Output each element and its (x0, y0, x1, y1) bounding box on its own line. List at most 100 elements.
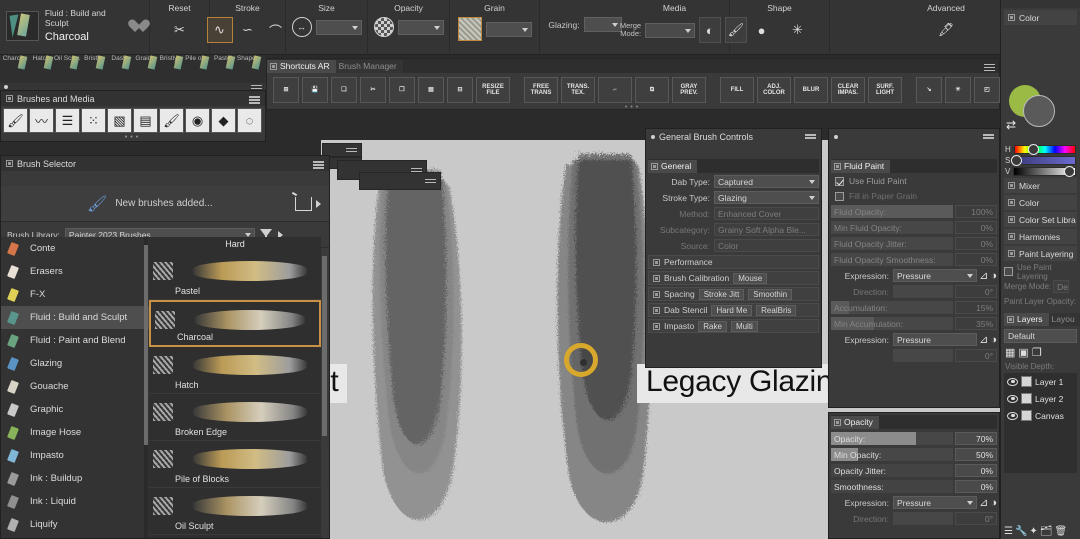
layer-row-canvas[interactable]: Canvas (1004, 407, 1077, 424)
gbc-section-chip[interactable]: Smoothin (748, 288, 793, 300)
gbc-section-chip[interactable]: Hard Me (711, 304, 753, 316)
save-icon[interactable]: 💾 (302, 77, 328, 103)
advanced-brush-icon[interactable]: 🖋 (933, 17, 959, 43)
shortcut-resize-file[interactable]: RESIZE FILE (476, 77, 510, 103)
fp-accum-min-accumulation-[interactable]: Min Accumulation: 35% (831, 316, 997, 331)
new-brushes-promo[interactable]: 🖌 New brushes added... (1, 186, 329, 222)
brush-category-list[interactable]: Conte Erasers F-X Fluid : Build and Sculpt F… (1, 237, 149, 538)
brush-preset-7[interactable]: Pile of... (184, 55, 210, 62)
op-plain-value[interactable]: 0% (955, 480, 997, 493)
pl-merge-mode-value[interactable]: De (1053, 280, 1070, 293)
hsv-slider-H[interactable]: H (1005, 144, 1076, 155)
stroke-icon[interactable]: 〰 (29, 108, 54, 133)
brush-category-ink-liquid[interactable]: Ink : Liquid (1, 490, 149, 513)
shortcut-surf-light[interactable]: SURF. LIGHT (868, 77, 902, 103)
stroke-group[interactable]: Stroke ∿ ∽ ⌒ (206, 0, 289, 55)
swap-colors-icon[interactable]: ⇄ (1006, 118, 1016, 132)
shortcuts-toggle-icon[interactable] (270, 62, 277, 70)
brush-preset-6[interactable]: Bristly... (158, 55, 184, 62)
panel-toggle-icon[interactable] (6, 95, 13, 102)
floating-handle-4[interactable] (359, 172, 441, 190)
op-curve-icon[interactable]: ⊿ (979, 496, 988, 509)
opacity-plain-list[interactable]: Opacity Jitter: 0% Smoothness: 0% (829, 463, 999, 494)
fp-slider-track[interactable]: Fluid Opacity: (831, 205, 953, 218)
op-slider-value[interactable]: 70% (955, 432, 997, 445)
heart-icon[interactable] (135, 19, 149, 33)
variant-scrollbar-thumb[interactable] (322, 256, 327, 436)
fluid-paint-direction-row[interactable]: Direction: 0° (831, 284, 997, 299)
fp-slider-track[interactable]: Min Fluid Opacity: (831, 221, 953, 234)
brush-look-icon[interactable]: 🖌 (159, 108, 184, 133)
fp-accum-accumulation-[interactable]: Accumulation: 15% (831, 300, 997, 315)
rtab-toggle-icon[interactable] (1008, 233, 1015, 240)
gbc-section-impasto[interactable]: Impasto Rake Multi (648, 319, 819, 333)
size-icon[interactable]: ↔ (291, 17, 312, 37)
cart-icon[interactable] (295, 196, 312, 211)
hsv-track[interactable] (1013, 166, 1076, 177)
pattern-icon[interactable]: ▤ (133, 108, 158, 133)
stroke-point-icon[interactable]: ⌒ (263, 17, 289, 43)
op-plain-opacity-jitter-[interactable]: Opacity Jitter: 0% (831, 463, 997, 478)
copy-icon[interactable]: ❐ (389, 77, 415, 103)
perspective-icon[interactable]: ⌐ (598, 77, 632, 103)
gbc-section-chip[interactable]: Stroke Jitt (698, 288, 745, 300)
tab-brush-manager[interactable]: Brush Manager (335, 59, 403, 73)
box-3d-icon[interactable]: ◰ (974, 77, 1000, 103)
rtab-toggle-icon[interactable] (1008, 216, 1015, 223)
section-toggle-icon[interactable] (653, 306, 660, 314)
brush-selector-toggle-icon[interactable] (6, 160, 13, 167)
opacity-group[interactable]: Opacity (368, 0, 450, 55)
hsv-slider-S[interactable]: S (1005, 155, 1076, 166)
strip-handle-row[interactable] (0, 83, 266, 90)
shortcut-fill[interactable]: FILL (720, 77, 754, 103)
rtab-toggle-icon[interactable] (1008, 250, 1015, 257)
fluid-paint-checkbox-list[interactable]: Use Fluid Paint Fill in Paper Grain (829, 174, 999, 203)
general-toggle-icon[interactable] (651, 162, 658, 170)
layer-adjust-icon[interactable]: 🔧 (1015, 526, 1027, 537)
gradient-icon[interactable]: ▧ (107, 108, 132, 133)
rtab-paint-layering[interactable]: Paint Layering (1004, 246, 1077, 261)
fp-slider-track[interactable]: Fluid Opacity Jitter: (831, 237, 953, 250)
hsv-knob[interactable] (1027, 144, 1039, 155)
gbc-section-chip[interactable]: Rake (698, 320, 727, 332)
gbc-menu-icon[interactable] (805, 133, 816, 141)
fp-direction2-value[interactable]: 0° (955, 349, 997, 362)
op-expression-select[interactable]: Pressure (893, 496, 978, 509)
fluid-paint-expression-row[interactable]: Expression: Pressure ⊿ ◑ (831, 268, 997, 283)
gbc-row-stroke-type-[interactable]: Stroke Type: Glazing (648, 190, 819, 205)
media-wet-icon[interactable]: ◐ (698, 17, 721, 43)
layer-delete-icon[interactable]: 🗑 (1055, 526, 1068, 537)
fluid-paint-accumulation-list[interactable]: Accumulation: 15% Min Accumulation: 35% (829, 300, 999, 331)
new-layer-icon[interactable]: ❐ (1032, 346, 1042, 359)
gbc-section-chip[interactable]: RealBris (756, 304, 797, 316)
color-toggle-icon[interactable] (1008, 14, 1015, 21)
layers-preset-select[interactable]: Default (1004, 329, 1077, 343)
brush-category-glazing[interactable]: Glazing (1, 352, 149, 375)
size-group[interactable]: Size ↔ (286, 0, 368, 55)
nozzle-icon[interactable]: ⁙ (81, 108, 106, 133)
clone-icon[interactable]: ❏ (331, 77, 357, 103)
secondary-color-swatch[interactable] (1023, 95, 1055, 127)
shortcut-clear-impas-[interactable]: CLEAR IMPAS. (831, 77, 865, 103)
brush-category-impasto[interactable]: Impasto (1, 444, 149, 467)
paste-in-place-icon[interactable]: ⊟ (447, 77, 473, 103)
fp-slider-value[interactable]: 100% (955, 205, 997, 218)
use-paint-layering-row[interactable]: Use Paint Layering (1004, 263, 1077, 281)
tab-layout[interactable]: Layou (1048, 312, 1080, 326)
brush-category-gouache[interactable]: Gouache (1, 375, 149, 398)
fp-slider-fluid-opacity-[interactable]: Fluid Opacity: 100% (831, 204, 997, 219)
opacity-slider-list[interactable]: Opacity: 70% Min Opacity: 50% (829, 431, 999, 462)
fluid-paint-expression2-row[interactable]: Expression: Pressure ⊿ ◑ (831, 332, 997, 347)
burst-shape-icon[interactable]: ✳ (785, 17, 811, 43)
eyedropper-icon[interactable]: ↘ (916, 77, 942, 103)
tab-layers[interactable]: Layers (1004, 312, 1049, 326)
grain-value[interactable] (485, 21, 532, 37)
op-slider-opacity-[interactable]: Opacity: 70% (831, 431, 997, 446)
layers-toggle-icon[interactable] (1007, 315, 1014, 323)
fp-accum-value[interactable]: 15% (955, 301, 997, 314)
section-toggle-icon[interactable] (653, 290, 660, 298)
distort-icon[interactable]: ⧉ (635, 77, 669, 103)
brush-preset-1[interactable]: Hatch (28, 55, 54, 62)
fp-expression2-select[interactable]: Pressure (893, 333, 978, 346)
flow-map-icon[interactable]: ◌ (237, 108, 262, 133)
